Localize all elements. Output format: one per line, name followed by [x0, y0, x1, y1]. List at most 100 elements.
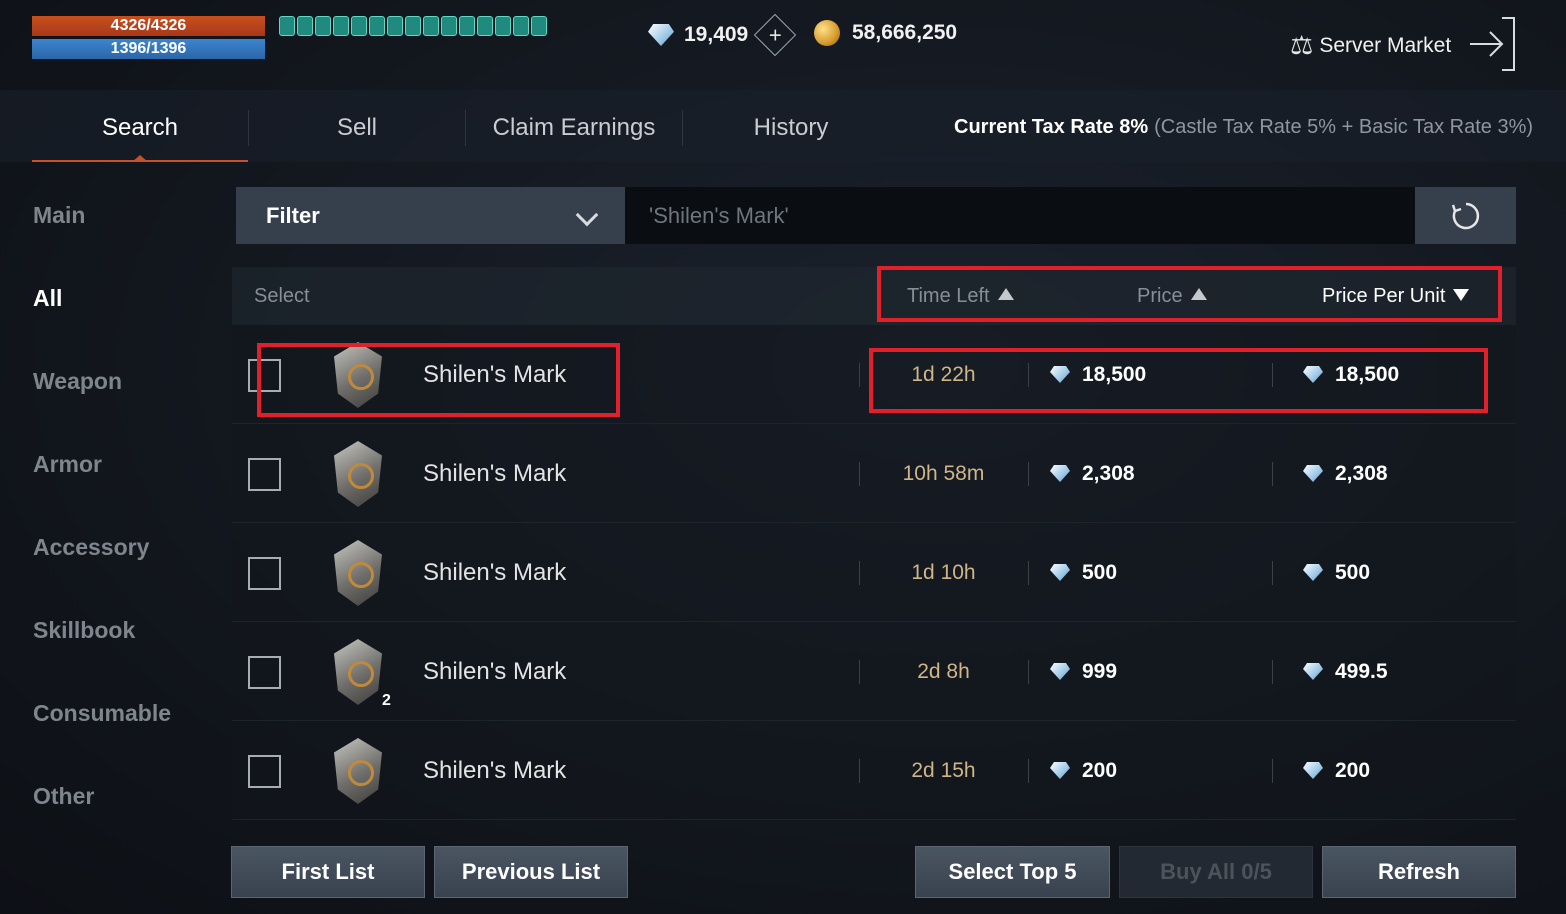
buff-icon	[369, 16, 385, 36]
market-tabs: Search Sell Claim Earnings History	[32, 100, 899, 162]
sidebar-item-skillbook[interactable]: Skillbook	[33, 595, 223, 678]
sidebar-item-consumable[interactable]: Consumable	[33, 678, 223, 761]
sidebar-item-other[interactable]: Other	[33, 761, 223, 844]
tax-rate-detail: (Castle Tax Rate 5% + Basic Tax Rate 3%)	[1154, 116, 1534, 138]
buff-icon	[531, 16, 547, 36]
item-name: Shilen's Mark	[423, 559, 567, 586]
time-left: 2d 15h	[911, 759, 976, 782]
refresh-icon	[1451, 202, 1479, 229]
diamond-currency: 19,409 +	[648, 13, 797, 57]
buff-icon	[477, 16, 493, 36]
column-divider	[1272, 462, 1273, 486]
refresh-button[interactable]: Refresh	[1322, 846, 1516, 898]
price: 200	[1050, 721, 1117, 820]
shilens-mark-icon	[334, 639, 382, 705]
row-checkbox[interactable]	[248, 458, 281, 491]
price-per-unit-value: 2,308	[1335, 462, 1388, 485]
table-row[interactable]: Shilen's Mark 10h 58m 2,308 2,308	[232, 424, 1516, 523]
row-checkbox[interactable]	[248, 656, 281, 689]
time-left: 1d 10h	[911, 561, 976, 584]
adena-amount: 58,666,250	[852, 21, 958, 44]
table-row[interactable]: 2 Shilen's Mark 2d 8h 999 499.5	[232, 622, 1516, 721]
price-per-unit-value: 500	[1335, 561, 1371, 584]
buff-icon	[297, 16, 313, 36]
diamond-icon	[1050, 762, 1070, 779]
shilens-mark-icon	[334, 738, 382, 804]
sidebar-item-armor[interactable]: Armor	[33, 429, 223, 512]
column-divider	[1272, 759, 1273, 783]
tab-sell[interactable]: Sell	[249, 100, 465, 162]
highlight-first-row-prices	[869, 348, 1488, 413]
previous-list-button[interactable]: Previous List	[434, 846, 628, 898]
buff-icon	[315, 16, 331, 36]
buff-icon	[333, 16, 349, 36]
column-divider	[1028, 462, 1029, 486]
plus-icon: +	[768, 21, 782, 47]
item-quantity: 2	[382, 692, 391, 709]
filter-dropdown[interactable]: Filter	[236, 187, 625, 244]
sidebar-item-weapon[interactable]: Weapon	[33, 346, 223, 429]
first-list-button[interactable]: First List	[231, 846, 425, 898]
adena-currency: 58,666,250	[814, 20, 957, 46]
scale-icon: ⚖	[1290, 30, 1314, 60]
exit-icon[interactable]	[1468, 16, 1518, 72]
server-market-button[interactable]: ⚖ Server Market	[1290, 30, 1451, 61]
column-divider	[1028, 660, 1029, 684]
buy-all-button[interactable]: Buy All 0/5	[1119, 846, 1313, 898]
diamond-icon	[1303, 564, 1323, 581]
add-diamonds-button[interactable]: +	[754, 13, 797, 57]
buff-icon	[279, 16, 295, 36]
time-left: 10h 58m	[902, 462, 985, 485]
buff-icon	[423, 16, 439, 36]
shilens-mark-icon	[334, 540, 382, 606]
sidebar-item-main[interactable]: Main	[33, 180, 223, 263]
reset-search-button[interactable]	[1415, 187, 1516, 244]
time-left: 2d 8h	[917, 660, 970, 683]
buff-icon	[459, 16, 475, 36]
diamond-icon	[648, 24, 674, 46]
tab-claim-earnings[interactable]: Claim Earnings	[466, 100, 682, 162]
mp-bar: 1396/1396	[32, 39, 265, 59]
coin-icon	[814, 20, 840, 46]
diamond-icon	[1050, 663, 1070, 680]
price-value: 200	[1082, 759, 1118, 782]
buff-icon	[387, 16, 403, 36]
item-name: Shilen's Mark	[423, 460, 567, 487]
table-row[interactable]: Shilen's Mark 2d 15h 200 200	[232, 721, 1516, 820]
category-sidebar: Main All Weapon Armor Accessory Skillboo…	[33, 180, 223, 844]
highlight-item-name	[257, 343, 620, 417]
diamond-icon	[1303, 465, 1323, 482]
tab-history[interactable]: History	[683, 100, 899, 162]
price: 500	[1050, 523, 1117, 622]
price-per-unit-value: 200	[1335, 759, 1371, 782]
search-input[interactable]: 'Shilen's Mark'	[625, 187, 1415, 244]
header-select: Select	[254, 285, 310, 307]
shilens-mark-icon	[334, 441, 382, 507]
price-per-unit: 499.5	[1303, 622, 1388, 721]
buff-icon	[405, 16, 421, 36]
row-checkbox[interactable]	[248, 557, 281, 590]
sidebar-item-accessory[interactable]: Accessory	[33, 512, 223, 595]
buff-icons	[279, 16, 563, 38]
chevron-down-icon	[575, 203, 599, 227]
buff-icon	[441, 16, 457, 36]
price-per-unit-value: 499.5	[1335, 660, 1388, 683]
price-per-unit: 2,308	[1303, 424, 1388, 523]
buff-icon	[351, 16, 367, 36]
highlight-sort-headers	[877, 266, 1502, 322]
tab-search[interactable]: Search	[32, 100, 248, 162]
diamond-icon	[1050, 564, 1070, 581]
sidebar-item-all[interactable]: All	[33, 263, 223, 346]
diamond-icon	[1303, 663, 1323, 680]
row-checkbox[interactable]	[248, 755, 281, 788]
diamond-icon	[1303, 762, 1323, 779]
hp-bar: 4326/4326	[32, 16, 265, 36]
column-divider	[1028, 561, 1029, 585]
price: 999	[1050, 622, 1117, 721]
tax-rate: Current Tax Rate 8% (Castle Tax Rate 5% +…	[954, 116, 1533, 139]
price-per-unit: 200	[1303, 721, 1370, 820]
table-row[interactable]: Shilen's Mark 1d 10h 500 500	[232, 523, 1516, 622]
select-top5-button[interactable]: Select Top 5	[915, 846, 1110, 898]
server-market-label: Server Market	[1319, 33, 1452, 57]
price: 2,308	[1050, 424, 1135, 523]
